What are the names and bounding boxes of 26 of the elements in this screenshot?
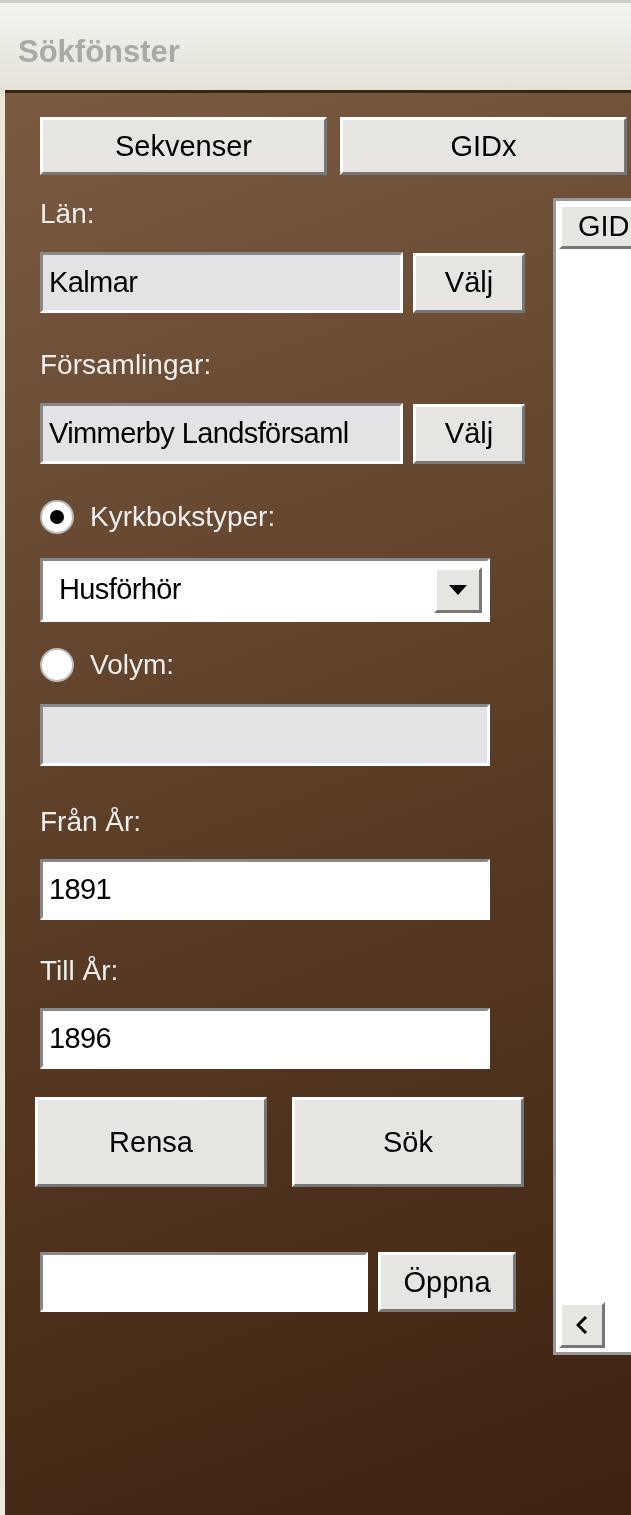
dropdown-field[interactable]: Husförhör	[40, 558, 490, 622]
radio-label: Volym:	[90, 651, 175, 679]
scroll-left-button[interactable]	[559, 1302, 605, 1348]
text-field[interactable]: Kalmar	[40, 252, 403, 313]
column-header[interactable]: GID	[559, 204, 631, 249]
open-button[interactable]: Öppna	[378, 1252, 516, 1312]
choose-button[interactable]: Välj	[413, 252, 525, 313]
window-title: Sökfönster	[18, 36, 180, 67]
action-button[interactable]: Sök	[292, 1097, 524, 1187]
field-label: Till År:	[40, 957, 119, 985]
action-button[interactable]: Rensa	[35, 1097, 267, 1187]
radio-label: Kyrkbokstyper:	[90, 503, 276, 531]
file-field[interactable]	[40, 1252, 368, 1312]
tab-button[interactable]: Sekvenser	[40, 117, 327, 175]
tab-button[interactable]: GIDx	[340, 117, 627, 175]
results-list[interactable]: GID	[553, 198, 631, 1355]
year-field[interactable]: 1891	[40, 859, 490, 920]
field-label: Församlingar:	[40, 351, 212, 379]
field-label: Från År:	[40, 808, 142, 836]
field-label: Län:	[40, 200, 95, 228]
radio-button[interactable]	[40, 500, 74, 534]
text-field[interactable]: Vimmerby Landsförsaml	[40, 403, 403, 464]
dropdown-arrow-icon	[449, 585, 467, 595]
year-field[interactable]: 1896	[40, 1008, 490, 1069]
choose-button[interactable]: Välj	[413, 403, 525, 464]
radio-button[interactable]	[40, 648, 74, 682]
